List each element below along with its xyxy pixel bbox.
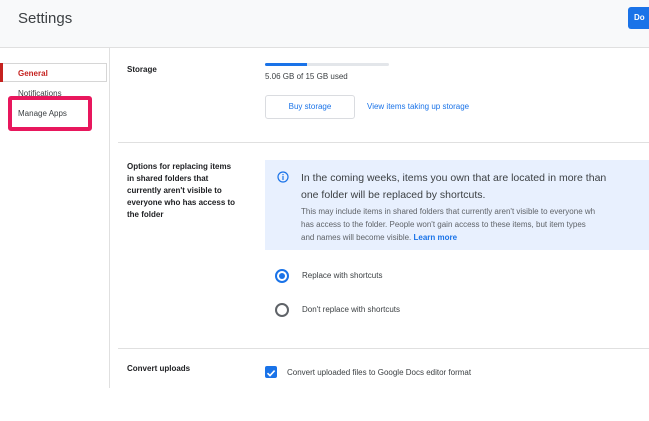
sidebar-item-manage-apps[interactable]: Manage Apps — [8, 96, 92, 131]
shortcuts-label-line: everyone who has access to — [127, 198, 236, 207]
info-body-line: has access to the folder. People won't g… — [301, 220, 586, 229]
page-title: Settings — [18, 10, 73, 27]
dont-replace-shortcuts-label: Don't replace with shortcuts — [302, 305, 401, 314]
section-divider — [118, 348, 649, 349]
info-body-line: and names will become visible. Learn mor… — [301, 231, 649, 244]
settings-header: Settings Do — [0, 0, 649, 48]
info-icon — [277, 171, 289, 183]
replace-with-shortcuts-radio[interactable] — [275, 269, 289, 283]
info-body-text: and names will become visible. — [301, 233, 412, 242]
storage-progress-bar — [265, 63, 389, 66]
dont-replace-shortcuts-radio[interactable] — [275, 303, 289, 317]
storage-label: Storage — [127, 65, 157, 74]
info-body-line: This may include items in shared folders… — [301, 207, 596, 216]
shortcuts-label-line: in shared folders that — [127, 174, 209, 183]
shortcuts-label-line: currently aren't visible to — [127, 186, 222, 195]
info-title: In the coming weeks, items you own that … — [301, 170, 649, 204]
info-title-line: In the coming weeks, items you own that … — [301, 172, 607, 184]
section-divider — [118, 142, 649, 143]
convert-uploads-label: Convert uploads — [127, 364, 191, 373]
convert-uploads-checkbox-label: Convert uploaded files to Google Docs ed… — [287, 368, 472, 377]
shortcuts-label-line: Options for replacing items — [127, 162, 232, 171]
learn-more-link[interactable]: Learn more — [414, 233, 458, 242]
settings-sidebar: General Notifications Manage Apps — [0, 48, 110, 388]
buy-storage-button[interactable]: Buy storage — [265, 95, 355, 119]
shortcuts-info-banner: In the coming weeks, items you own that … — [265, 160, 649, 250]
info-body: This may include items in shared folders… — [301, 205, 649, 244]
replace-with-shortcuts-label: Replace with shortcuts — [302, 271, 383, 280]
shortcuts-label-line: the folder — [127, 210, 164, 219]
view-storage-items-link[interactable]: View items taking up storage — [367, 102, 469, 111]
done-button[interactable]: Do — [628, 7, 649, 29]
info-title-line: one folder will be replaced by shortcuts… — [301, 189, 486, 201]
convert-uploads-checkbox[interactable] — [265, 366, 277, 378]
sidebar-item-general[interactable]: General — [0, 63, 107, 82]
storage-usage-text: 5.06 GB of 15 GB used — [265, 72, 348, 81]
shortcuts-options-label: Options for replacing items in shared fo… — [127, 161, 235, 221]
checkmark-icon — [266, 370, 276, 377]
storage-progress-fill — [265, 63, 308, 66]
